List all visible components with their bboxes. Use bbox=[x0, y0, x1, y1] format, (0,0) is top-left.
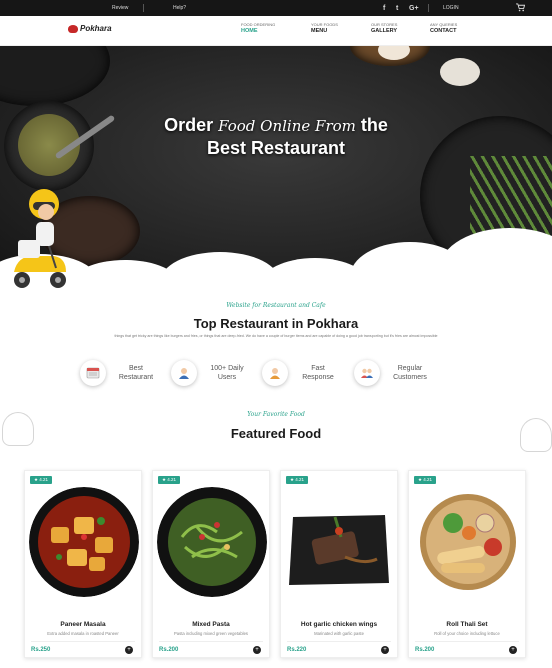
nav-label: CONTACT bbox=[430, 28, 457, 34]
twitter-icon[interactable]: t bbox=[396, 5, 398, 12]
menu-board-icon bbox=[80, 360, 106, 386]
mixed-pasta-image bbox=[157, 487, 267, 597]
food-description: Roll of your choice including lettuce bbox=[434, 631, 500, 636]
feature-line: Users bbox=[217, 374, 237, 381]
cloud-base bbox=[0, 272, 552, 278]
chicken-wings-image bbox=[285, 487, 395, 597]
divider bbox=[287, 641, 391, 642]
about-subtitle: Website for Restaurant and Cafe bbox=[226, 302, 326, 309]
user-icon bbox=[171, 360, 197, 386]
feature-line: Regular bbox=[397, 365, 423, 372]
rating-badge: ★ 4.21 bbox=[158, 476, 181, 484]
main-navbar: Pokhara FOOD ORDERING HOME YOUR FOODS MENU… bbox=[0, 16, 552, 46]
food-card-paneer-masala[interactable]: ★ 4.21 Paneer Masala Extra added masala … bbox=[24, 470, 142, 658]
google-plus-icon[interactable]: G+ bbox=[409, 5, 419, 12]
divider bbox=[415, 641, 519, 642]
hero-banner: Order Food Online From the Best Restaura… bbox=[0, 46, 552, 278]
cart-icon[interactable] bbox=[516, 3, 525, 12]
nav-contact[interactable]: ANY QUERIES CONTACT bbox=[430, 22, 457, 34]
food-card-mixed-pasta[interactable]: ★ 4.21 Mixed Pasta Pasta including mixed… bbox=[152, 470, 270, 658]
nav-gallery[interactable]: OUR STORES GALLERY bbox=[371, 22, 397, 34]
food-description: Extra added masala in roasted Paneer bbox=[47, 631, 119, 636]
rating-value: 4.21 bbox=[295, 477, 305, 482]
hero-script: Food Online From bbox=[218, 117, 356, 135]
hero-line2: Best Restaurant bbox=[206, 138, 346, 158]
logo-mark bbox=[68, 24, 78, 33]
nav-menu[interactable]: YOUR FOODS MENU bbox=[311, 22, 338, 34]
feature-line: Customers bbox=[393, 374, 427, 381]
feature-line: 100+ Daily bbox=[210, 365, 244, 372]
rating-value: 4.21 bbox=[167, 477, 177, 482]
food-card-roll-thali[interactable]: ★ 4.21 Roll Thali Set Roll of your choic… bbox=[408, 470, 526, 658]
feature-regular-customers: Regular Customers bbox=[354, 360, 435, 386]
food-price: Rs.250 bbox=[31, 647, 51, 653]
featured-subtitle: Your Favorite Food bbox=[247, 411, 305, 418]
review-link[interactable]: Review bbox=[112, 5, 128, 11]
nav-kicker: FOOD ORDERING bbox=[241, 22, 276, 27]
about-description: things that get tricky are things like b… bbox=[114, 334, 438, 338]
brand-name: Pokhara bbox=[80, 24, 112, 33]
customers-icon bbox=[354, 360, 380, 386]
delivery-person-icon bbox=[262, 360, 288, 386]
food-name: Roll Thali Set bbox=[446, 621, 488, 628]
feature-best-restaurant: Best Restaurant bbox=[80, 360, 161, 386]
facebook-icon[interactable]: f bbox=[383, 5, 385, 12]
food-name: Paneer Masala bbox=[60, 621, 106, 628]
add-to-cart-button[interactable]: + bbox=[381, 646, 389, 654]
divider bbox=[428, 4, 429, 12]
nav-kicker: YOUR FOODS bbox=[311, 22, 338, 27]
food-description: Pasta including mixed green vegetables bbox=[173, 631, 249, 636]
hero-word: Order bbox=[164, 115, 214, 135]
feature-line: Response bbox=[302, 374, 334, 381]
garlic bbox=[440, 58, 480, 86]
feature-label: 100+ Daily Users bbox=[202, 364, 252, 382]
feature-label: Best Restaurant bbox=[111, 364, 161, 382]
divider bbox=[143, 4, 144, 12]
food-price: Rs.200 bbox=[415, 647, 435, 653]
brand-logo[interactable]: Pokhara bbox=[68, 24, 112, 33]
add-to-cart-button[interactable]: + bbox=[509, 646, 517, 654]
nav-label: MENU bbox=[311, 28, 328, 34]
add-to-cart-button[interactable]: + bbox=[253, 646, 261, 654]
feature-line: Best bbox=[128, 365, 143, 372]
feature-label: Regular Customers bbox=[385, 364, 435, 382]
pan-decoration bbox=[0, 46, 110, 106]
nav-label: GALLERY bbox=[371, 28, 398, 34]
food-card-chicken-wings[interactable]: ★ 4.21 Hot garlic chicken wings Marinate… bbox=[280, 470, 398, 658]
feature-daily-users: 100+ Daily Users bbox=[171, 360, 252, 386]
hero-title: Order Food Online From the Best Restaura… bbox=[0, 114, 552, 159]
feature-label: Fast Response bbox=[293, 364, 343, 382]
help-link[interactable]: Help? bbox=[173, 5, 186, 11]
nav-kicker: ANY QUERIES bbox=[430, 22, 458, 27]
login-link[interactable]: LOGIN bbox=[443, 5, 459, 11]
feature-line: Restaurant bbox=[118, 374, 154, 381]
food-price: Rs.200 bbox=[159, 647, 179, 653]
feature-line: Fast bbox=[311, 365, 325, 372]
nav-label: HOME bbox=[241, 28, 258, 34]
divider bbox=[159, 641, 263, 642]
rating-value: 4.21 bbox=[39, 477, 49, 482]
food-description: Marinated with garlic paste bbox=[314, 631, 364, 636]
top-bar: Review Help? f t G+ LOGIN bbox=[0, 0, 552, 16]
paneer-masala-image bbox=[29, 487, 139, 597]
add-to-cart-button[interactable]: + bbox=[125, 646, 133, 654]
feature-fast-response: Fast Response bbox=[262, 360, 343, 386]
rating-value: 4.21 bbox=[423, 477, 433, 482]
food-name: Mixed Pasta bbox=[192, 621, 230, 628]
nav-kicker: OUR STORES bbox=[371, 22, 398, 27]
hero-word: the bbox=[360, 115, 388, 135]
nav-home[interactable]: FOOD ORDERING HOME bbox=[241, 22, 275, 34]
delivery-scooter-illustration bbox=[14, 189, 66, 288]
rating-badge: ★ 4.21 bbox=[286, 476, 309, 484]
roll-thali-image bbox=[413, 487, 523, 597]
featured-title: Featured Food bbox=[230, 426, 322, 441]
divider bbox=[31, 641, 135, 642]
food-name: Hot garlic chicken wings bbox=[300, 621, 378, 628]
rating-badge: ★ 4.21 bbox=[414, 476, 437, 484]
rating-badge: ★ 4.21 bbox=[30, 476, 53, 484]
food-price: Rs.220 bbox=[287, 647, 307, 653]
about-title: Top Restaurant in Pokhara bbox=[193, 316, 359, 331]
